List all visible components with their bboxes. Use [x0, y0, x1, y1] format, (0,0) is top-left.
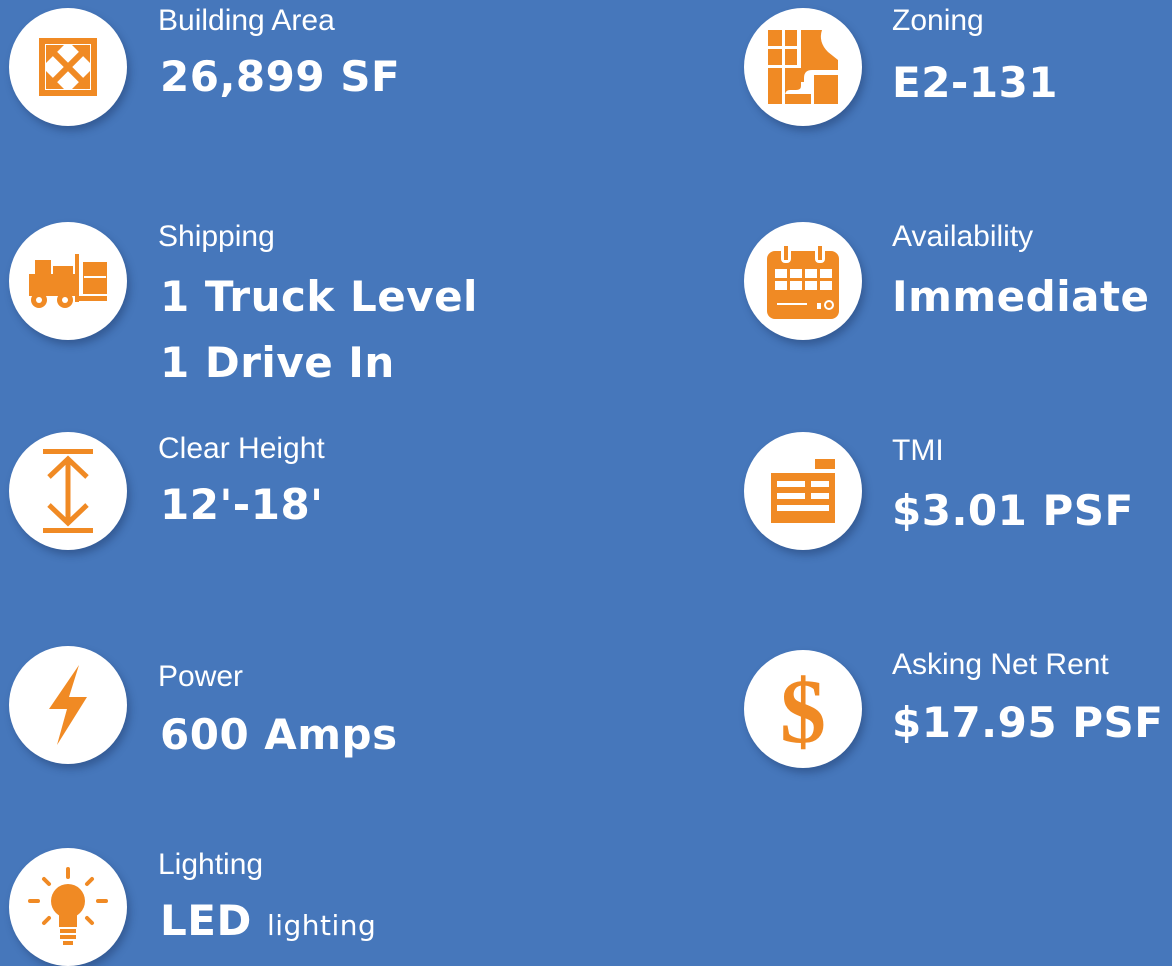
shipping-value-line2: 1 Drive In	[160, 338, 395, 387]
clear-height-label: Clear Height	[158, 432, 325, 465]
lighting-value-main: LED	[160, 896, 252, 945]
asking-net-rent-value: $17.95 PSF	[892, 698, 1164, 747]
forklift-icon	[29, 254, 107, 308]
light-bulb-icon	[28, 867, 108, 945]
lightning-bolt-icon	[49, 665, 87, 745]
shipping-value-line1: 1 Truck Level	[160, 272, 478, 321]
lighting-icon-circle	[9, 848, 127, 966]
dollar-sign-icon: $	[780, 664, 826, 754]
asking-net-rent-label: Asking Net Rent	[892, 648, 1109, 681]
shipping-icon-circle	[9, 222, 127, 340]
lighting-label: Lighting	[158, 848, 264, 881]
availability-icon-circle	[744, 222, 862, 340]
asking-net-rent-icon-circle: $	[744, 650, 862, 768]
building-area-icon-circle	[9, 8, 127, 126]
lighting-value-suffix: lighting	[266, 909, 377, 942]
zoning-value: E2-131	[892, 58, 1059, 107]
tmi-label: TMI	[892, 434, 944, 467]
building-area-label: Building Area	[158, 4, 335, 37]
zoning-icon-circle	[744, 8, 862, 126]
power-icon-circle	[9, 646, 127, 764]
invoice-icon	[771, 459, 835, 523]
building-area-value: 26,899 SF	[160, 52, 401, 101]
zoning-label: Zoning	[892, 4, 984, 37]
zoning-map-icon	[768, 30, 838, 104]
clear-height-icon-circle	[9, 432, 127, 550]
tmi-value: $3.01 PSF	[892, 486, 1134, 535]
clear-height-value: 12'-18'	[160, 480, 324, 529]
calendar-icon	[767, 243, 839, 319]
tmi-icon-circle	[744, 432, 862, 550]
power-label: Power	[158, 660, 244, 693]
svg-text:$: $	[780, 664, 826, 754]
vertical-height-icon	[43, 449, 93, 533]
expand-arrows-icon	[39, 38, 97, 96]
lighting-value: LED lighting	[160, 900, 376, 942]
availability-value: Immediate	[892, 272, 1150, 321]
availability-label: Availability	[892, 220, 1034, 253]
power-value: 600 Amps	[160, 710, 398, 759]
shipping-label: Shipping	[158, 220, 275, 253]
